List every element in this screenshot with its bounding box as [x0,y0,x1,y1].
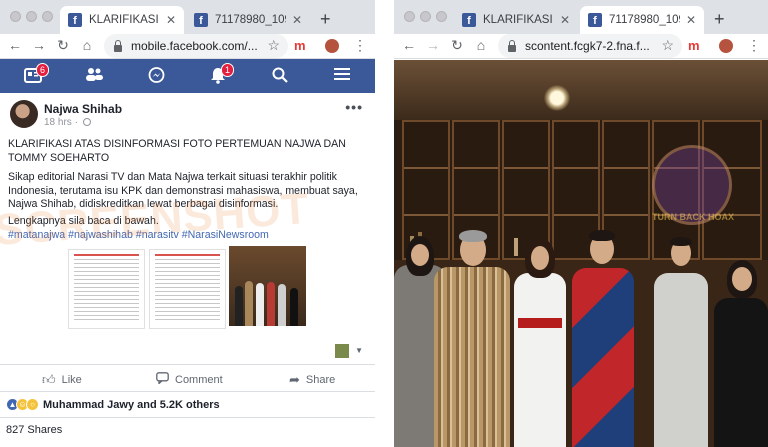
right-browser-window: f KLARIFIKASI ATAS ✕ f 71178980_109927 ✕… [394,0,768,447]
forward-icon[interactable]: → [425,37,441,53]
close-window-button[interactable] [404,11,415,22]
new-tab-button[interactable]: + [320,9,331,30]
thumbs-up-icon: 👍︎ [42,372,56,387]
group-photo [394,60,768,447]
search-icon[interactable] [270,67,290,88]
forward-icon[interactable]: → [31,37,47,53]
back-icon[interactable]: ← [7,37,23,53]
post-options-button[interactable]: ••• [345,99,363,115]
bookmark-star-icon[interactable]: ☆ [661,37,674,54]
profile-avatar-icon[interactable] [719,39,733,53]
news-feed-badge: 6 [35,63,49,77]
tab-klarifikasi[interactable]: f KLARIFIKASI ATAS ✕ [454,6,578,34]
close-window-button[interactable] [10,11,21,22]
friends-icon[interactable] [84,67,104,86]
post-time[interactable]: 18 hrs · [44,117,91,128]
person [514,273,566,447]
facebook-icon: f [588,13,602,27]
author-avatar[interactable] [10,100,38,128]
close-tab-icon[interactable]: ✕ [166,13,176,27]
extension-m-icon[interactable]: m [294,38,306,53]
emblem-text: TURN BACK HOAX [652,212,734,222]
browser-menu-icon[interactable]: ⋮ [747,37,761,54]
address-bar[interactable]: mobile.facebook.com/... ☆ [104,34,288,58]
facebook-icon: f [68,13,82,27]
profile-avatar-icon[interactable] [325,39,339,53]
attachment-group-photo[interactable] [229,246,306,326]
lock-icon [114,39,122,52]
browser-menu-icon[interactable]: ⋮ [353,37,367,54]
ceiling-light [544,85,570,111]
divider [0,364,375,365]
facebook-icon: f [462,13,476,27]
attachment-statement-page-2[interactable] [149,249,226,329]
facebook-post: Najwa Shihab 18 hrs · ••• KLARIFIKASI AT… [0,93,375,447]
notifications-icon[interactable]: 1 [208,63,234,89]
close-tab-icon[interactable]: ✕ [292,13,302,27]
tab-image[interactable]: f 71178980_109927 ✕ [580,6,704,34]
person [434,267,510,447]
window-gap [375,0,394,447]
author-name[interactable]: Najwa Shihab [44,102,122,116]
new-tab-button[interactable]: + [714,9,725,30]
reload-icon[interactable]: ↻ [449,37,465,54]
share-icon: ➦ [289,372,300,387]
divider [0,417,375,418]
menu-icon[interactable] [332,67,352,86]
tab-bar: f KLARIFIKASI ATAS ✕ f 71178980_109927 ✕… [0,0,375,34]
share-button[interactable]: ➦ Share [289,372,335,388]
extension-m-icon[interactable]: m [688,38,700,53]
like-button[interactable]: 👍︎ Like [42,372,82,388]
comment-icon [156,372,169,387]
wow-reaction-icon: ○ [26,398,39,411]
shares-count[interactable]: 827 Shares [6,424,62,436]
chevron-down-icon[interactable]: ▼ [355,346,363,355]
post-headline: KLARIFIKASI ATAS DISINFORMASI FOTO PERTE… [8,138,346,164]
close-tab-icon[interactable]: ✕ [686,13,696,27]
back-icon[interactable]: ← [401,37,417,53]
left-browser-window: f KLARIFIKASI ATAS ✕ f 71178980_109927 ✕… [0,0,375,447]
home-icon[interactable]: ⌂ [473,37,489,53]
facebook-icon: f [194,13,208,27]
bookmark-star-icon[interactable]: ☆ [267,37,280,54]
reload-icon[interactable]: ↻ [55,37,71,54]
tab-klarifikasi[interactable]: f KLARIFIKASI ATAS ✕ [60,6,184,34]
reactions-summary[interactable]: ▲ ☺ ○ Muhammad Jawy and 5.2K others [6,398,220,411]
home-icon[interactable]: ⌂ [79,37,95,53]
tab-image[interactable]: f 71178980_109927 ✕ [186,6,310,34]
lock-icon [508,39,516,52]
person [572,268,634,447]
page-avatar-small[interactable] [335,344,349,358]
browser-toolbar: ← → ↻ ⌂ mobile.facebook.com/... ☆ m ⋮ [0,34,375,59]
comment-button[interactable]: Comment [156,372,223,387]
tab-bar: f KLARIFIKASI ATAS ✕ f 71178980_109927 ✕… [394,0,768,34]
attachment-statement-page-1[interactable] [68,249,145,329]
close-tab-icon[interactable]: ✕ [560,13,570,27]
messenger-icon[interactable] [146,67,166,89]
globe-icon [82,118,91,126]
maximize-window-button[interactable] [42,11,53,22]
person [714,298,768,447]
browser-toolbar: ← → ↻ ⌂ scontent.fcgk7-2.fna.f... ☆ m ⋮ [394,34,768,59]
facebook-nav-bar: 6 1 [0,59,375,93]
notifications-badge: 1 [220,63,234,77]
news-feed-icon[interactable]: 6 [23,63,49,88]
person [654,273,708,447]
maximize-window-button[interactable] [436,11,447,22]
minimize-window-button[interactable] [26,11,37,22]
minimize-window-button[interactable] [420,11,431,22]
address-bar[interactable]: scontent.fcgk7-2.fna.f... ☆ [498,34,682,58]
divider [0,391,375,392]
